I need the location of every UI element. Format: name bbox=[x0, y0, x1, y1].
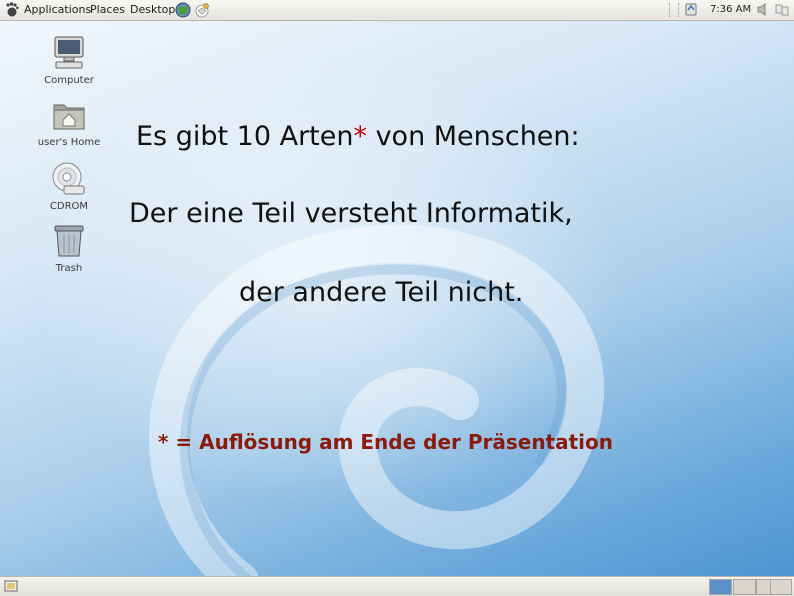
trash-icon bbox=[54, 225, 84, 257]
slide-line-2: Der eine Teil versteht Informatik, bbox=[129, 198, 573, 229]
volume-icon[interactable] bbox=[757, 2, 771, 17]
computer-icon bbox=[54, 36, 84, 69]
slide-line-1-end: von Menschen: bbox=[366, 121, 580, 152]
network-icon[interactable] bbox=[775, 2, 789, 17]
slide-line-3: der andere Teil nicht. bbox=[239, 277, 524, 308]
desktop-icon-label: user's Home bbox=[37, 137, 101, 148]
places-menu[interactable]: Places bbox=[90, 3, 125, 16]
email-client-icon[interactable] bbox=[194, 2, 210, 18]
gnome-foot-icon[interactable] bbox=[5, 2, 19, 17]
slide-line-1: Es gibt 10 Arten* von Menschen: bbox=[136, 121, 580, 152]
web-browser-icon[interactable] bbox=[175, 2, 191, 18]
update-notifier-icon[interactable] bbox=[684, 2, 698, 17]
top-panel: Applications Places Desktop 7:36 AM bbox=[0, 0, 794, 21]
asterisk-marker: * bbox=[353, 121, 367, 152]
panel-drag-handle[interactable] bbox=[669, 3, 679, 17]
slide-footnote: * = Auflösung am Ende der Präsentation bbox=[158, 430, 614, 454]
desktop-icon-label: CDROM bbox=[49, 201, 89, 212]
desktop-background[interactable]: Computer user's Home CDROM Trash Es gibt… bbox=[0, 21, 794, 576]
home-folder-icon bbox=[53, 104, 85, 130]
applications-menu[interactable]: Applications bbox=[24, 3, 91, 16]
clock[interactable]: 7:36 AM bbox=[710, 4, 751, 15]
desktop-icon-home[interactable]: user's Home bbox=[24, 99, 114, 148]
bottom-panel bbox=[0, 576, 794, 596]
desktop-icon-computer[interactable]: Computer bbox=[24, 35, 114, 86]
slide-line-1-start: Es gibt 10 Arten bbox=[136, 121, 354, 152]
workspace-4[interactable] bbox=[770, 579, 792, 595]
show-desktop-icon[interactable] bbox=[4, 579, 18, 593]
desktop-icon-trash[interactable]: Trash bbox=[24, 223, 114, 274]
workspace-2[interactable] bbox=[733, 579, 756, 595]
desktop-icon-label: Computer bbox=[44, 75, 94, 86]
desktop-icon-label: Trash bbox=[55, 263, 83, 274]
cdrom-icon bbox=[52, 162, 85, 195]
desktop-icon-cdrom[interactable]: CDROM bbox=[24, 161, 114, 212]
desktop-menu[interactable]: Desktop bbox=[130, 3, 175, 16]
workspace-1[interactable] bbox=[709, 579, 732, 595]
